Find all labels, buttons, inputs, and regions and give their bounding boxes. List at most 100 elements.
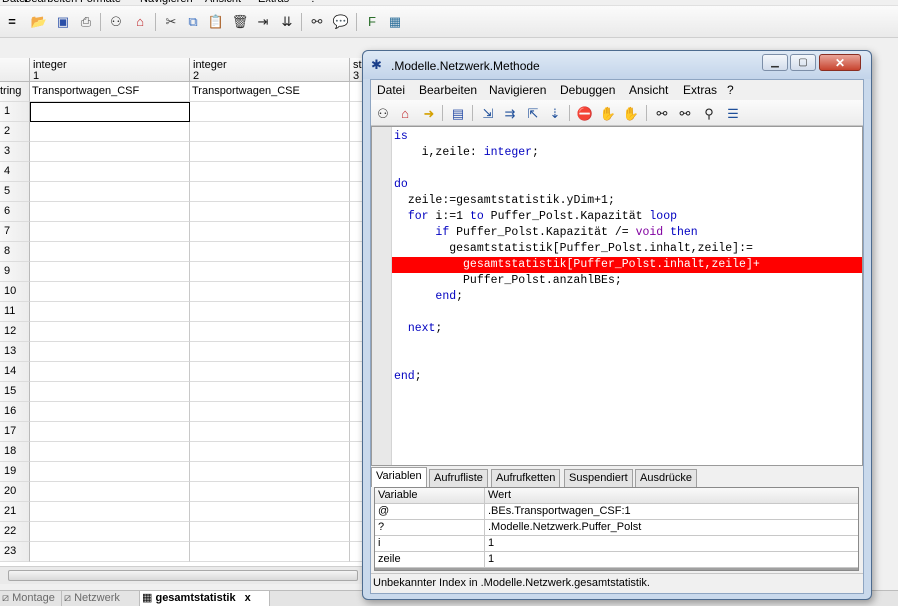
close-tab-icon[interactable]: x [245,592,251,604]
grid-cell[interactable] [190,482,350,502]
row-header[interactable]: 22 [0,522,30,542]
app-menu-item[interactable]: Bearbeiten [24,0,77,5]
row-header[interactable]: 16 [0,402,30,422]
grid-cell[interactable] [350,102,362,122]
tab-ausdruecke[interactable]: Ausdrücke [635,469,697,487]
home-icon[interactable]: ⌂ [396,104,414,122]
app-menu-item[interactable]: Ansicht [205,0,241,5]
row-header[interactable]: 23 [0,542,30,562]
window-titlebar[interactable]: ✱ .Modelle.Netzwerk.Methode ▁ ▢ ✕ [363,51,871,79]
column-name-2[interactable]: Transportwagen_CSE [190,82,350,102]
grid-cell[interactable] [30,142,190,162]
table-row[interactable]: @ .BEs.Transportwagen_CSF:1 [375,504,858,520]
grid-cell[interactable] [350,442,362,462]
grid-cell[interactable] [190,142,350,162]
row-header[interactable]: 10 [0,282,30,302]
find-next-icon[interactable]: ⚯ [676,104,694,122]
row-header[interactable]: 5 [0,182,30,202]
grid-cell[interactable] [190,102,350,122]
row-header[interactable]: 8 [0,242,30,262]
app-menu-item[interactable]: Extras [258,0,289,5]
step-into-icon[interactable]: ⇲ [479,104,497,122]
row-header[interactable]: 15 [0,382,30,402]
grid-cell[interactable] [190,262,350,282]
grid-cell[interactable] [350,482,362,502]
grid-cell[interactable] [350,262,362,282]
grid-cell[interactable] [30,202,190,222]
column-name-1[interactable]: Transportwagen_CSF [30,82,190,102]
find-in-tree-icon[interactable]: ⚇ [107,12,125,30]
minimize-button[interactable]: ▁ [762,54,788,71]
binoculars-icon[interactable]: ⚇ [374,104,392,122]
grid-cell[interactable] [350,302,362,322]
grid-cell[interactable] [30,522,190,542]
tab-aufrufliste[interactable]: Aufrufliste [429,469,488,487]
code-editor[interactable]: is i,zeile: integer; do zeile:=gesamtstat… [371,126,863,466]
row-header[interactable]: 21 [0,502,30,522]
grid-cell[interactable] [30,262,190,282]
insert-column-icon[interactable]: ⇊ [278,12,296,30]
menu-item-?[interactable]: ? [727,83,734,97]
grid-cell[interactable] [190,322,350,342]
grid-cell[interactable] [190,162,350,182]
row-header[interactable]: 3 [0,142,30,162]
table-row[interactable]: zeile 1 [375,552,858,568]
row-header[interactable]: 7 [0,222,30,242]
maximize-button[interactable]: ▢ [790,54,816,71]
table-row[interactable]: i 1 [375,536,858,552]
stop-hand-icon[interactable]: ✋ [622,104,640,122]
scrollbar-thumb[interactable] [8,570,358,581]
grid-cell[interactable] [30,482,190,502]
new-icon[interactable]: = [3,12,21,30]
home-icon[interactable]: ⌂ [131,12,149,30]
menu-item-extras[interactable]: Extras [683,83,717,97]
menu-item-bearbeiten[interactable]: Bearbeiten [419,83,477,97]
delete-icon[interactable]: 🗑 [231,12,249,30]
list-icon[interactable]: ☰ [724,104,742,122]
grid-cell[interactable] [190,362,350,382]
row-header[interactable]: 13 [0,342,30,362]
horizontal-scrollbar[interactable] [0,566,362,584]
grid-cell[interactable] [350,122,362,142]
row-header[interactable]: 6 [0,202,30,222]
grid-cell[interactable] [30,462,190,482]
step-over-icon[interactable]: ⇉ [501,104,519,122]
grid-cell[interactable] [350,322,362,342]
grid-cell[interactable] [350,182,362,202]
copy-icon[interactable]: ⧉ [184,12,202,30]
row-header[interactable]: 19 [0,462,30,482]
grid-cell[interactable] [190,242,350,262]
paste-icon[interactable]: 📋 [207,12,225,30]
tab-aufrufketten[interactable]: Aufrufketten [491,469,561,487]
grid-cell[interactable] [350,422,362,442]
grid-cell[interactable] [30,422,190,442]
menu-item-datei[interactable]: Datei [377,83,405,97]
grid-cell[interactable] [190,502,350,522]
find-replace-icon[interactable]: ⚲ [700,104,718,122]
close-window-button[interactable]: ✕ [819,54,861,71]
grid-cell[interactable] [30,322,190,342]
menu-item-debuggen[interactable]: Debuggen [560,83,615,97]
grid-cell[interactable] [30,382,190,402]
row-header[interactable]: 17 [0,422,30,442]
row-header[interactable]: 20 [0,482,30,502]
save-icon[interactable]: ▣ [54,12,72,30]
cut-icon[interactable]: ✂ [162,12,180,30]
grid-cell[interactable] [350,362,362,382]
tab-suspendiert[interactable]: Suspendiert [564,469,633,487]
grid-cell[interactable] [30,542,190,562]
grid-cell[interactable] [30,342,190,362]
binoculars-icon[interactable]: ⚯ [308,12,326,30]
table-icon[interactable]: ▦ [386,12,404,30]
grid-cell[interactable] [350,402,362,422]
grid-cell[interactable] [190,402,350,422]
row-header[interactable]: 18 [0,442,30,462]
print-icon[interactable]: ⎙ [77,12,95,30]
grid-cell[interactable] [350,282,362,302]
app-menu-item[interactable]: ? [310,0,316,5]
grid-cell[interactable] [350,382,362,402]
grid-cell[interactable] [30,362,190,382]
grid-cell[interactable] [190,442,350,462]
grid-cell[interactable] [350,502,362,522]
grid-cell[interactable] [350,342,362,362]
